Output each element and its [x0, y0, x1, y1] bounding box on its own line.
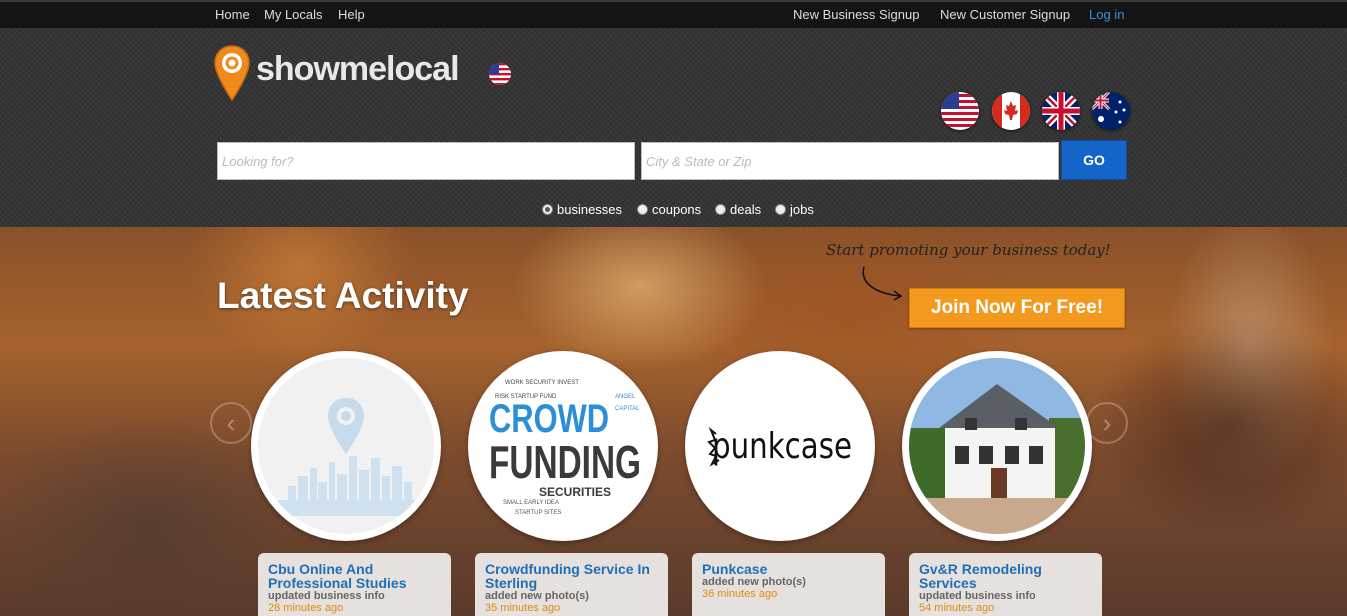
- canada-flag-icon[interactable]: [992, 92, 1030, 130]
- promo-tagline: Start promoting your business today!: [826, 241, 1111, 259]
- activity-image-punkcase[interactable]: punkcase: [685, 351, 875, 541]
- section-title: Latest Activity: [217, 275, 469, 316]
- help-link[interactable]: Help: [338, 7, 365, 22]
- svg-text:CAPITAL: CAPITAL: [615, 406, 640, 412]
- united-states-flag-icon[interactable]: [941, 92, 979, 130]
- punkcase-logo-icon: punkcase: [692, 358, 868, 534]
- activity-time: 54 minutes ago: [919, 602, 995, 614]
- my-locals-link[interactable]: My Locals: [264, 7, 323, 22]
- new-customer-signup-link[interactable]: New Customer Signup: [940, 7, 1070, 22]
- united-kingdom-flag-icon[interactable]: [1042, 92, 1080, 130]
- australia-flag-icon[interactable]: [1092, 92, 1130, 130]
- svg-text:ANGEL: ANGEL: [615, 394, 636, 400]
- join-now-button[interactable]: Join Now For Free!: [909, 288, 1125, 328]
- map-pin-logo-icon: [214, 45, 250, 102]
- site-header: showmelocal Looking for? City & State or…: [0, 28, 1347, 227]
- activity-action: updated business info: [919, 590, 1036, 602]
- svg-text:SECURITIES: SECURITIES: [539, 485, 611, 499]
- activity-card[interactable]: Cbu Online And Professional Studies upda…: [258, 553, 451, 616]
- carousel-prev-icon[interactable]: ‹: [210, 402, 252, 444]
- activity-action: updated business info: [268, 590, 385, 602]
- svg-text:WORK SECURITY INVEST: WORK SECURITY INVEST: [505, 380, 579, 386]
- radio-coupons[interactable]: coupons: [637, 202, 701, 217]
- activity-card[interactable]: Gv&R Remodeling Services updated busines…: [909, 553, 1102, 616]
- radio-unchecked-icon: [775, 204, 786, 215]
- country-flags: [941, 92, 1131, 132]
- map-pin-city-skyline-icon: [258, 358, 434, 534]
- activity-time: 28 minutes ago: [268, 602, 344, 614]
- radio-label: jobs: [790, 202, 814, 217]
- radio-deals[interactable]: deals: [715, 202, 761, 217]
- location-field[interactable]: [641, 142, 1059, 180]
- business-name-link[interactable]: Gv&R Remodeling Services: [919, 562, 1092, 590]
- radio-businesses[interactable]: businesses: [542, 202, 622, 217]
- top-navigation-bar: Home My Locals Help New Business Signup …: [0, 0, 1347, 28]
- radio-checked-icon: [542, 204, 553, 215]
- location-input[interactable]: [642, 143, 1058, 179]
- svg-text:SMALL EARLY IDEA: SMALL EARLY IDEA: [503, 500, 559, 506]
- radio-jobs[interactable]: jobs: [775, 202, 814, 217]
- radio-label: businesses: [557, 202, 623, 217]
- new-business-signup-link[interactable]: New Business Signup: [793, 7, 919, 22]
- radio-label: deals: [730, 202, 762, 217]
- crowdfunding-word-cloud-icon: WORK SECURITY INVEST RISK STARTUP FUND C…: [475, 358, 651, 534]
- latest-activity-section: Latest Activity Start promoting your bus…: [0, 227, 1347, 616]
- activity-image-crowdfunding[interactable]: WORK SECURITY INVEST RISK STARTUP FUND C…: [468, 351, 658, 541]
- white-house-photo-icon: [909, 358, 1085, 534]
- site-logo[interactable]: showmelocal: [213, 44, 523, 102]
- business-name-link[interactable]: Cbu Online And Professional Studies: [268, 562, 441, 590]
- activity-image-map-pin[interactable]: [251, 351, 441, 541]
- go-button[interactable]: GO: [1061, 140, 1127, 180]
- activity-action: added new photo(s): [702, 576, 806, 588]
- curved-arrow-icon: [862, 266, 903, 301]
- radio-unchecked-icon: [715, 204, 726, 215]
- svg-text:FUNDING: FUNDING: [489, 436, 641, 488]
- radio-unchecked-icon: [637, 204, 648, 215]
- activity-time: 35 minutes ago: [485, 602, 561, 614]
- home-link[interactable]: Home: [215, 7, 250, 22]
- activity-image-house[interactable]: [902, 351, 1092, 541]
- business-name-link[interactable]: Punkcase: [702, 562, 875, 576]
- radio-label: coupons: [652, 202, 702, 217]
- carousel-next-icon[interactable]: ›: [1086, 402, 1128, 444]
- login-link[interactable]: Log in: [1089, 7, 1124, 22]
- business-name-link[interactable]: Crowdfunding Service In Sterling: [485, 562, 658, 590]
- svg-text:punkcase: punkcase: [712, 426, 852, 467]
- activity-card[interactable]: Punkcase added new photo(s) 36 minutes a…: [692, 553, 885, 616]
- svg-text:STARTUP SITES: STARTUP SITES: [515, 510, 561, 516]
- us-flag-icon: [489, 63, 511, 85]
- logo-text: showmelocal: [256, 50, 460, 88]
- looking-for-input[interactable]: [218, 143, 634, 179]
- looking-for-field[interactable]: [217, 142, 635, 180]
- activity-action: added new photo(s): [485, 590, 589, 602]
- svg-text:CROWD: CROWD: [489, 397, 609, 441]
- activity-time: 36 minutes ago: [702, 588, 778, 600]
- activity-card[interactable]: Crowdfunding Service In Sterling added n…: [475, 553, 668, 616]
